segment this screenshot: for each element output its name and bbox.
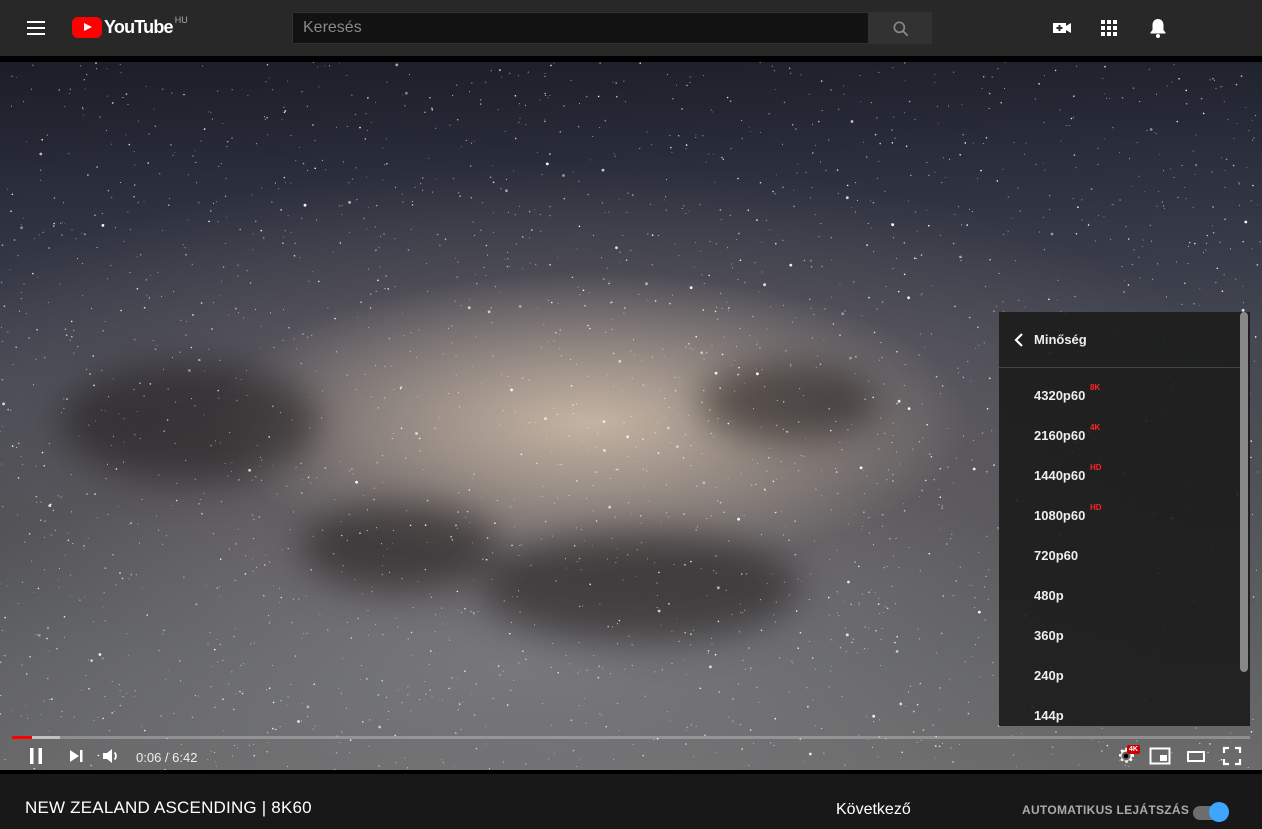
quality-option-label: 240p [1034,668,1064,683]
fullscreen-icon [1222,746,1242,766]
volume-icon [103,749,117,763]
quality-option-badge: 8K [1090,383,1101,392]
logo-text: YouTube [104,17,174,37]
up-next-heading: Következő [836,801,911,818]
quality-option[interactable]: 720p60 [999,534,1240,574]
quality-menu: Minőség 4320p60 8K 2160p60 4K 1440p60 HD 1080p… [999,312,1250,726]
progress-played [12,736,32,739]
quality-menu-back-button[interactable]: Minőség [999,312,1240,368]
apps-button[interactable] [1097,16,1121,40]
autoplay-toggle[interactable] [1193,802,1229,822]
pause-button[interactable] [24,744,48,768]
quality-option-label: 720p60 [1034,548,1079,563]
country-code: HU [174,15,188,25]
fullscreen-button[interactable] [1220,744,1244,768]
search-box [292,12,868,44]
bell-icon [1150,19,1166,38]
video-camera-add-icon [1053,23,1071,33]
quality-option-label: 1440p60 [1034,468,1086,483]
youtube-logo[interactable]: YouTube HU [72,15,188,39]
theater-mode-button[interactable] [1184,744,1208,768]
quality-option-label: 2160p60 [1034,428,1086,443]
quality-option[interactable]: 2160p60 4K [999,414,1240,454]
quality-option[interactable]: 144p [999,694,1240,726]
player-controls: 0:06 / 6:42 4K [0,740,1262,772]
skip-next-icon [70,750,83,762]
next-button[interactable] [64,744,88,768]
quality-option[interactable]: 1440p60 HD [999,454,1240,494]
current-time: 0:06 [136,750,162,765]
search-input[interactable] [293,13,868,43]
miniplayer-button[interactable] [1148,744,1172,768]
chevron-left-icon [1014,333,1023,347]
progress-bar[interactable] [12,736,1250,739]
quality-option[interactable]: 4320p60 8K [999,374,1240,414]
quality-option-label: 144p [1034,708,1064,723]
quality-option-badge: HD [1090,503,1102,512]
quality-option-label: 480p [1034,588,1064,603]
volume-button[interactable] [99,744,123,768]
menu-icon[interactable] [24,16,48,40]
create-video-button[interactable] [1050,16,1074,40]
notifications-button[interactable] [1146,16,1170,40]
quality-option[interactable]: 240p [999,654,1240,694]
quality-option[interactable]: 1080p60 HD [999,494,1240,534]
search-icon [893,21,909,37]
quality-menu-scrollbar[interactable] [1240,312,1250,726]
time-display: 0:06 / 6:42 [136,750,197,765]
quality-option[interactable]: 360p [999,614,1240,654]
pause-icon [30,748,42,764]
quality-option[interactable]: 480p [999,574,1240,614]
autoplay-label: AUTOMATIKUS LEJÁTSZÁS [1022,803,1190,817]
masthead: YouTube HU [0,0,1262,56]
youtube-play-icon [72,17,102,38]
video-info: NEW ZEALAND ASCENDING | 8K60 Következő A… [0,774,1262,829]
time-separator: / [161,750,173,765]
scrollbar-thumb[interactable] [1240,312,1248,672]
settings-button[interactable]: 4K [1114,744,1140,768]
quality-badge: 4K [1127,745,1140,754]
quality-option-badge: 4K [1090,423,1101,432]
quality-option-badge: HD [1090,463,1102,472]
theater-mode-icon [1187,751,1205,762]
search-button[interactable] [868,12,932,44]
quality-option-label: 4320p60 [1034,388,1086,403]
duration: 6:42 [172,750,198,765]
apps-grid-icon [1101,20,1117,36]
quality-menu-title: Minőség [1034,332,1087,347]
miniplayer-icon [1149,747,1171,765]
video-title: NEW ZEALAND ASCENDING | 8K60 [25,798,312,817]
quality-option-label: 1080p60 [1034,508,1086,523]
quality-option-label: 360p [1034,628,1064,643]
video-player[interactable]: 0:06 / 6:42 4K Minőség 4320p60 8K 2160p60 4… [0,56,1262,774]
toggle-knob [1209,802,1229,822]
